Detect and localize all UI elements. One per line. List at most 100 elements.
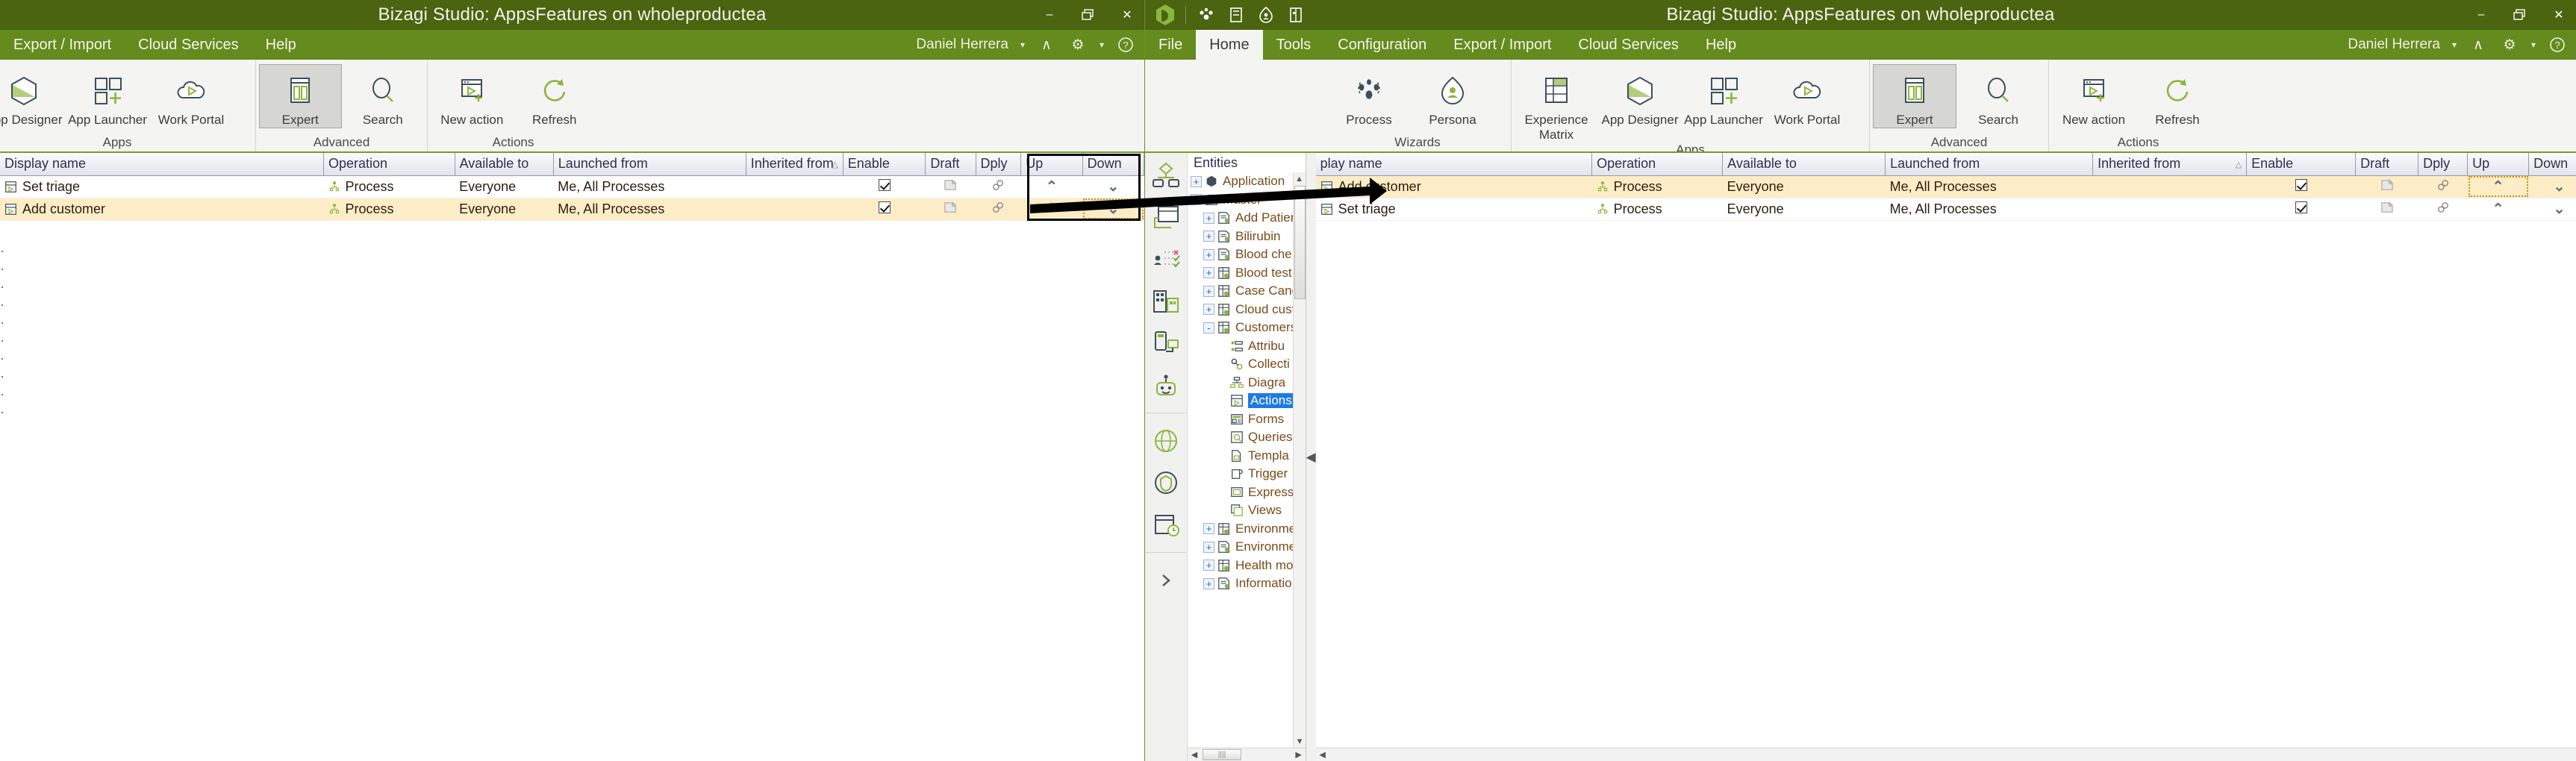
tab-configuration[interactable]: Configuration — [1324, 30, 1440, 60]
organization-module-icon[interactable] — [1145, 284, 1187, 319]
user-name[interactable]: Daniel Herrera — [916, 37, 1008, 53]
ribbon-button-experience-matrix[interactable]: Experience Matrix — [1515, 64, 1598, 143]
tree-node-environme[interactable]: + Environme — [1188, 520, 1306, 539]
security-module-icon[interactable] — [1145, 466, 1187, 500]
cell-display-name[interactable]: Add customer — [0, 198, 324, 221]
cell-display-name[interactable]: Set triage — [0, 175, 324, 198]
tree-node-forms[interactable]: Forms — [1188, 410, 1306, 429]
cell-draft[interactable] — [2355, 175, 2418, 198]
cell-down[interactable]: ⌄ — [2528, 198, 2576, 221]
tree-node-blood-test[interactable]: + Blood test — [1188, 264, 1306, 283]
expand-icon[interactable]: + — [1203, 541, 1214, 553]
tree-node-cloud-cust[interactable]: + Cloud cust — [1188, 301, 1306, 319]
process-icon[interactable] — [1197, 5, 1216, 25]
ribbon-button-persona[interactable]: Persona — [1411, 64, 1494, 128]
globe-module-icon[interactable] — [1145, 424, 1187, 458]
column-header-inherited-from[interactable]: Inherited from △ — [2092, 153, 2248, 176]
column-header-enable[interactable]: Enable — [843, 153, 926, 176]
cell-up[interactable]: ⌃ — [1020, 175, 1083, 198]
cell-down[interactable]: ⌄ — [1082, 198, 1144, 221]
tree-node-application[interactable]: + Application — [1188, 172, 1306, 191]
expand-icon[interactable]: + — [1191, 175, 1202, 187]
tree-vertical-scrollbar[interactable]: ▲ ▼ — [1292, 172, 1306, 748]
tab-cloud-services[interactable]: Cloud Services — [1565, 30, 1692, 60]
tab-export-import[interactable]: Export / Import — [1440, 30, 1565, 60]
menu-item-help[interactable]: Help — [252, 30, 310, 60]
expand-icon[interactable]: + — [1203, 231, 1214, 242]
column-header-up[interactable]: Up — [2467, 153, 2530, 176]
ribbon-button-search[interactable]: Search — [1956, 64, 2040, 128]
cell-enable[interactable] — [843, 198, 926, 221]
cell-draft[interactable] — [2355, 198, 2418, 221]
cell-dply[interactable] — [976, 198, 1021, 221]
column-header-dply[interactable]: Dply — [2418, 153, 2469, 176]
scroll-right-icon[interactable]: ▶ — [1292, 750, 1306, 760]
move-down-icon[interactable]: ⌄ — [1107, 179, 1119, 195]
tree-node-queries[interactable]: Queries — [1188, 428, 1306, 447]
table-row[interactable]: Set triage Process Everyone Me, All Proc… — [1315, 198, 2576, 221]
column-header-display-name[interactable]: Display name — [0, 153, 325, 176]
move-up-icon[interactable]: ⌃ — [2492, 179, 2504, 195]
ribbon-button-app-designer[interactable]: App Designer — [1598, 64, 1682, 128]
user-caret-icon[interactable]: ▾ — [2452, 40, 2457, 50]
expand-icon[interactable]: + — [1203, 577, 1214, 589]
tree-node-collecti[interactable]: Collecti — [1188, 355, 1306, 374]
collapse-ribbon-icon[interactable]: ∧ — [1037, 35, 1056, 54]
tab-file[interactable]: File — [1145, 30, 1196, 60]
ribbon-button-new-action[interactable]: New action — [431, 64, 514, 128]
column-header-draft[interactable]: Draft — [925, 153, 976, 176]
menu-item-cloud-services[interactable]: Cloud Services — [125, 30, 252, 60]
cell-display-name[interactable]: Add customer — [1315, 175, 1592, 198]
move-down-icon[interactable]: ⌄ — [2554, 201, 2566, 217]
collapse-icon[interactable]: - — [1203, 322, 1214, 333]
grid-horizontal-scrollbar[interactable]: ◀ ▶ — [1315, 748, 2576, 761]
tree-node-health-mo[interactable]: + Health mo — [1188, 557, 1306, 575]
ribbon-button-search[interactable]: Search — [342, 64, 425, 128]
expand-icon[interactable]: + — [1203, 304, 1214, 316]
user-caret-icon[interactable]: ▾ — [1020, 40, 1025, 50]
table-row[interactable]: Add customer Process Everyone Me, All Pr… — [0, 198, 1144, 221]
column-header-down[interactable]: Down — [1082, 153, 1144, 176]
tree-node-customers[interactable]: - Customers — [1188, 319, 1306, 337]
gear-icon[interactable]: ⚙ — [1068, 35, 1088, 54]
diagram-module-icon[interactable] — [1145, 159, 1187, 193]
column-header-launched-from[interactable]: Launched from — [553, 153, 746, 176]
column-header-draft[interactable]: Draft — [2355, 153, 2419, 176]
column-header-down[interactable]: Down — [2528, 153, 2576, 176]
tab-tools[interactable]: Tools — [1263, 30, 1325, 60]
tree-node-actions[interactable]: Actions — [1188, 392, 1306, 410]
bot-module-icon[interactable] — [1145, 368, 1187, 402]
ribbon-button-process[interactable]: Process — [1327, 64, 1411, 128]
ribbon-button-work-portal[interactable]: Work Portal — [1765, 64, 1849, 128]
devices-module-icon[interactable] — [1145, 326, 1187, 360]
enable-checkbox[interactable] — [878, 178, 891, 191]
cell-up[interactable]: ⌃ — [2467, 198, 2529, 221]
column-header-operation[interactable]: Operation — [1591, 153, 1724, 176]
cell-dply[interactable] — [976, 175, 1021, 198]
expand-icon[interactable]: + — [1203, 523, 1214, 535]
tree-node-add-patien[interactable]: + Add Patien — [1188, 209, 1306, 228]
tree-node-blood-che[interactable]: + Blood che — [1188, 245, 1306, 264]
tree-horizontal-scrollbar[interactable]: ◀ |||| ▶ — [1188, 748, 1306, 761]
column-header-up[interactable]: Up — [1020, 153, 1083, 176]
column-header-operation[interactable]: Operation — [323, 153, 455, 176]
scroll-thumb[interactable] — [1294, 186, 1306, 299]
ribbon-button-app-launcher[interactable]: App Launcher — [1682, 64, 1765, 128]
move-up-icon[interactable]: ⌃ — [1046, 179, 1058, 195]
tree-node-diagra[interactable]: Diagra — [1188, 374, 1306, 392]
user-name[interactable]: Daniel Herrera — [2348, 37, 2440, 53]
left-splitter-grip[interactable] — [0, 242, 4, 422]
tree-node-templa[interactable]: Templa — [1188, 447, 1306, 466]
tree-node-express[interactable]: Express — [1188, 483, 1306, 502]
gear-caret-icon[interactable]: ▾ — [2531, 40, 2536, 50]
tree-scroll-area[interactable]: + Application - Master + Add Patien + Bilirubin… — [1188, 172, 1306, 748]
minimize-button[interactable]: – — [1040, 5, 1059, 25]
restore-button[interactable] — [1079, 5, 1098, 25]
column-header-enable[interactable]: Enable — [2246, 153, 2357, 176]
cell-draft[interactable] — [925, 198, 976, 221]
ribbon-button-app-designer[interactable]: App Designer — [0, 64, 66, 128]
entity-icon[interactable] — [1286, 5, 1306, 25]
scroll-up-icon[interactable]: ▲ — [1294, 172, 1306, 185]
cell-down[interactable]: ⌄ — [2528, 175, 2576, 198]
panel-splitter[interactable]: ◀ — [1306, 153, 1316, 761]
